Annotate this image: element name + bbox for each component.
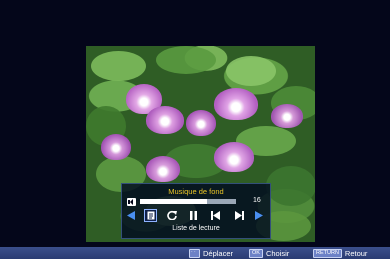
skip-next-button[interactable]	[233, 209, 245, 221]
ok-key: OK	[249, 248, 263, 258]
playlist-button[interactable]	[144, 209, 157, 222]
move-hint: Déplacer	[189, 248, 233, 258]
repeat-icon	[167, 210, 177, 220]
panel-title: Musique de fond	[168, 187, 224, 196]
navigation-keys-icon	[189, 248, 200, 258]
previous-arrow-button[interactable]	[125, 209, 137, 221]
select-hint: OK Choisir	[249, 248, 289, 258]
speaker-icon	[127, 198, 136, 206]
selected-button-caption: Liste de lecture	[172, 225, 220, 232]
return-key: RETURN	[313, 248, 342, 258]
screen: Musique de fond 16 Liste de lecture · · …	[0, 0, 390, 259]
move-label: Déplacer	[203, 248, 234, 258]
right-arrow-icon	[254, 210, 263, 220]
pause-icon	[189, 210, 197, 220]
document-icon	[147, 211, 154, 220]
select-label: Choisir	[265, 248, 290, 258]
background-music-panel: Musique de fond 16 Liste de lecture	[121, 183, 271, 239]
volume-slider[interactable]	[140, 199, 236, 204]
next-arrow-button[interactable]	[253, 209, 265, 221]
skip-previous-icon	[210, 210, 220, 220]
volume-slider-fill	[140, 199, 208, 204]
return-label: Retour	[344, 248, 368, 258]
return-hint: RETURN Retour	[313, 248, 367, 258]
volume-value: 16	[253, 197, 261, 204]
pause-button[interactable]	[187, 209, 199, 221]
bottom-help-bar: Déplacer OK Choisir RETURN Retour	[0, 247, 390, 259]
skip-next-icon	[234, 210, 244, 220]
skip-previous-button[interactable]	[209, 209, 221, 221]
volume-control[interactable]: 16	[127, 197, 267, 206]
left-arrow-icon	[126, 210, 135, 220]
repeat-button[interactable]	[166, 209, 178, 221]
playback-controls	[125, 209, 267, 222]
